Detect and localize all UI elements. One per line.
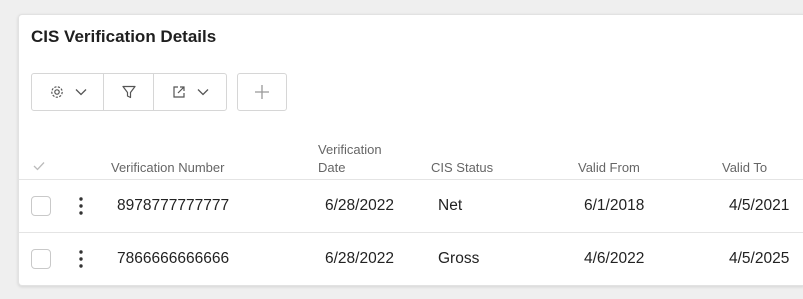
header-verification-date-line2: Date	[318, 160, 346, 175]
header-verification-date[interactable]: Verification Date	[318, 141, 382, 177]
cis-verification-panel: CIS Verification Details Verification Nu…	[18, 14, 803, 286]
export-icon	[171, 84, 187, 100]
chevron-down-icon	[75, 88, 87, 96]
gear-icon	[49, 84, 65, 100]
table-row[interactable]: 8978777777777 6/28/2022 Net 6/1/2018 4/5…	[19, 180, 803, 233]
select-all-check-icon[interactable]	[33, 161, 45, 171]
cell-cis-status: Net	[438, 197, 463, 214]
table-header: Verification Number Verification Date CI…	[19, 127, 803, 180]
table-row[interactable]: 7866666666666 6/28/2022 Gross 4/6/2022 4…	[19, 233, 803, 285]
header-verification-date-line1: Verification	[318, 142, 382, 157]
header-cis-status[interactable]: CIS Status	[431, 159, 493, 177]
cell-verification-date: 6/28/2022	[325, 197, 394, 214]
header-verification-number[interactable]: Verification Number	[111, 159, 224, 177]
plus-icon	[253, 83, 271, 101]
filter-button[interactable]	[104, 74, 154, 110]
add-button[interactable]	[237, 73, 287, 111]
cell-valid-to: 4/5/2025	[729, 250, 790, 267]
row-actions-kebab-icon[interactable]	[71, 247, 91, 271]
filter-icon	[121, 84, 137, 100]
chevron-down-icon	[197, 88, 209, 96]
settings-menu-button[interactable]	[32, 74, 104, 110]
panel-title: CIS Verification Details	[31, 27, 217, 46]
export-menu-button[interactable]	[154, 74, 226, 110]
cell-verification-date: 6/28/2022	[325, 250, 394, 267]
header-valid-from[interactable]: Valid From	[578, 159, 640, 177]
cell-valid-from: 6/1/2018	[584, 197, 645, 214]
table-toolbar	[31, 73, 287, 111]
row-actions-kebab-icon[interactable]	[71, 194, 91, 218]
cell-verification-number: 8978777777777	[117, 197, 230, 214]
row-checkbox[interactable]	[31, 196, 51, 216]
cell-valid-to: 4/5/2021	[729, 197, 790, 214]
cell-valid-from: 4/6/2022	[584, 250, 645, 267]
toolbar-button-group	[31, 73, 227, 111]
row-checkbox[interactable]	[31, 249, 51, 269]
cell-cis-status: Gross	[438, 250, 480, 267]
cell-verification-number: 7866666666666	[117, 250, 230, 267]
header-valid-to[interactable]: Valid To	[722, 159, 767, 177]
